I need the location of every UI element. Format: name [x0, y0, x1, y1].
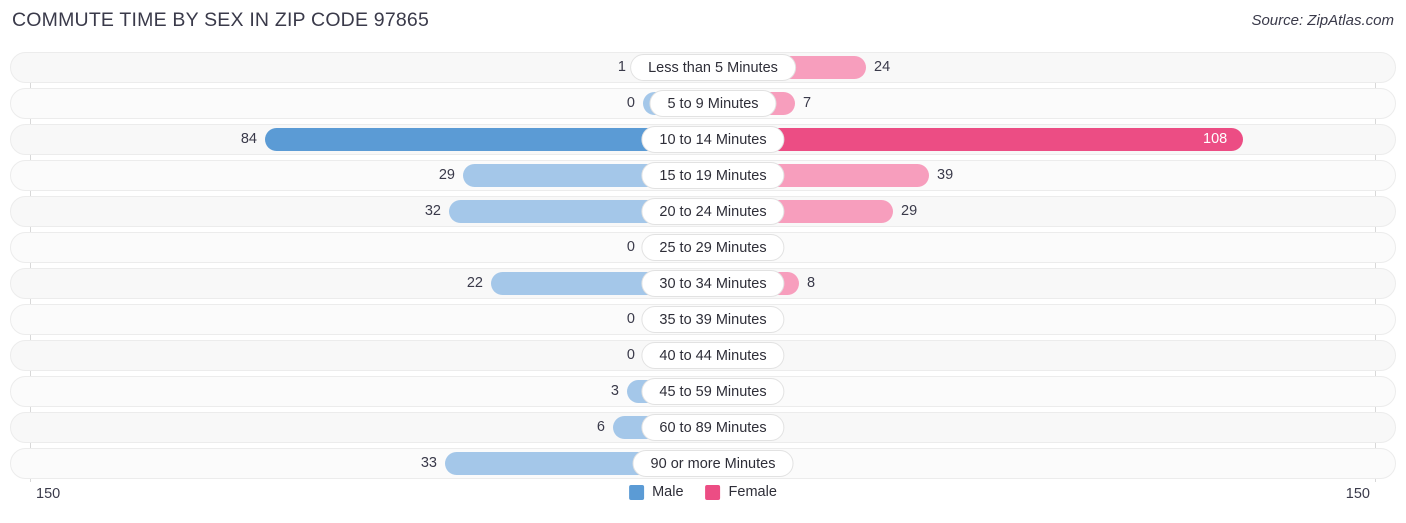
table-row[interactable]: 0025 to 29 Minutes [10, 232, 1396, 263]
table-row[interactable]: 0 7 5 to 9 Minutes [10, 88, 1396, 119]
legend-label: Female [728, 484, 777, 500]
value-male: 29 [438, 167, 455, 183]
value-female: 7 [803, 95, 812, 111]
legend-swatch-icon [705, 484, 721, 500]
chart-header: COMMUTE TIME BY SEX IN ZIP CODE 97865 So… [0, 0, 1406, 42]
value-female: 8 [807, 275, 816, 291]
category-label: 90 or more Minutes [632, 450, 794, 477]
chart-footer: 150 150 Male Female [0, 484, 1406, 523]
value-male: 0 [626, 95, 635, 111]
source-attribution: Source: ZipAtlas.com [1251, 12, 1394, 29]
axis-max-left: 150 [36, 486, 61, 502]
table-row[interactable]: 33090 or more Minutes [10, 448, 1396, 479]
value-male: 1 [617, 59, 626, 75]
value-male: 6 [596, 419, 605, 435]
chart-plot-area: 1 24 Less than 5 Minutes 0 7 5 to 9 Minutes 84… [0, 52, 1406, 482]
table-row[interactable]: 29 39 15 to 19 Minutes [10, 160, 1396, 191]
table-row[interactable]: 0035 to 39 Minutes [10, 304, 1396, 335]
category-label: 60 to 89 Minutes [641, 414, 785, 441]
legend-item[interactable]: Male [629, 484, 684, 500]
value-male: 32 [424, 203, 441, 219]
table-row[interactable]: 1 24 Less than 5 Minutes [10, 52, 1396, 83]
category-label: 25 to 29 Minutes [641, 234, 785, 261]
category-label: 15 to 19 Minutes [641, 162, 785, 189]
bar-male[interactable] [265, 128, 703, 151]
value-male: 0 [626, 311, 635, 327]
table-row[interactable]: 3045 to 59 Minutes [10, 376, 1396, 407]
page-title: COMMUTE TIME BY SEX IN ZIP CODE 97865 [12, 9, 430, 31]
category-label: 5 to 9 Minutes [649, 90, 777, 117]
value-male: 0 [626, 239, 635, 255]
category-label: 35 to 39 Minutes [641, 306, 785, 333]
value-male: 0 [626, 347, 635, 363]
value-female: 108 [1203, 131, 1228, 147]
legend-item[interactable]: Female [705, 484, 777, 500]
category-label: Less than 5 Minutes [630, 54, 796, 81]
legend-swatch-icon [629, 484, 645, 500]
category-label: 40 to 44 Minutes [641, 342, 785, 369]
value-female: 39 [937, 167, 954, 183]
value-female: 24 [874, 59, 891, 75]
table-row[interactable]: 0040 to 44 Minutes [10, 340, 1396, 371]
table-row[interactable]: 84 108 10 to 14 Minutes [10, 124, 1396, 155]
value-female: 29 [901, 203, 918, 219]
value-male: 22 [466, 275, 483, 291]
table-row[interactable]: 6060 to 89 Minutes [10, 412, 1396, 443]
commute-time-chart: COMMUTE TIME BY SEX IN ZIP CODE 97865 So… [0, 0, 1406, 523]
chart-legend: Male Female [629, 484, 777, 500]
table-row[interactable]: 32 29 20 to 24 Minutes [10, 196, 1396, 227]
table-row[interactable]: 22 8 30 to 34 Minutes [10, 268, 1396, 299]
value-male: 33 [420, 455, 437, 471]
legend-label: Male [652, 484, 684, 500]
axis-max-right: 150 [1345, 486, 1370, 502]
category-label: 45 to 59 Minutes [641, 378, 785, 405]
category-label: 10 to 14 Minutes [641, 126, 785, 153]
value-male: 84 [240, 131, 257, 147]
category-label: 30 to 34 Minutes [641, 270, 785, 297]
category-label: 20 to 24 Minutes [641, 198, 785, 225]
value-male: 3 [610, 383, 619, 399]
